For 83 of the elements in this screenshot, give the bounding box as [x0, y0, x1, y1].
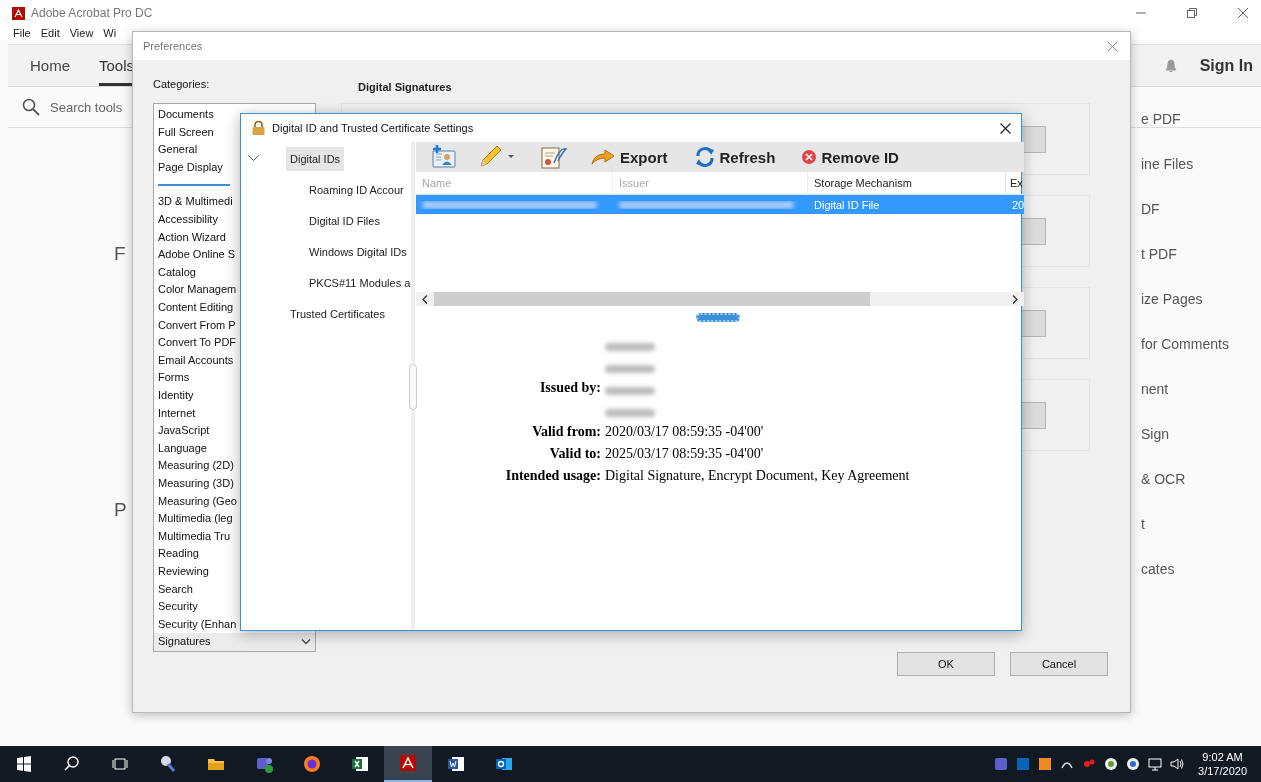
- tree-item[interactable]: PKCS#11 Modules a: [305, 270, 415, 295]
- paint-tool-icon[interactable]: [158, 754, 178, 774]
- column-header[interactable]: Storage Mechanism: [808, 172, 1006, 194]
- remove-icon: [801, 149, 818, 165]
- field-label: Valid to:: [548, 446, 601, 463]
- pdf-app-icon[interactable]: [398, 753, 418, 773]
- field-label: Categories:: [153, 78, 211, 93]
- tool-item[interactable]: cates: [1137, 561, 1261, 606]
- arrow-right-icon: [590, 147, 616, 167]
- tray-app-icon[interactable]: [1126, 756, 1141, 772]
- sign-in-button[interactable]: Sign In: [1199, 56, 1253, 75]
- section-title: Digital Signatures: [357, 80, 453, 96]
- table-cell-text: 20: [1011, 198, 1025, 211]
- add-id-icon[interactable]: [430, 145, 456, 169]
- toolbar-button[interactable]: Refresh: [693, 146, 776, 168]
- spreadsheet-icon[interactable]: [350, 754, 370, 774]
- scroll-left-icon[interactable]: [422, 294, 428, 304]
- certificate-icon[interactable]: [540, 145, 568, 169]
- tree-item[interactable]: Roaming ID Accour: [305, 177, 408, 202]
- heading-text: F: [114, 243, 126, 265]
- clock-date: 3/17/2020: [1198, 764, 1247, 778]
- tool-item[interactable]: ine Files: [1137, 156, 1261, 201]
- blurred-text: [605, 343, 655, 351]
- tool-item[interactable]: Sign: [1137, 426, 1261, 471]
- tree-item[interactable]: Trusted Certificates: [286, 301, 389, 326]
- tree-item[interactable]: Digital IDs: [286, 146, 345, 171]
- field-value: 2020/03/17 08:59:35 -04'00': [604, 424, 765, 441]
- scrollbar[interactable]: [416, 292, 1025, 306]
- table-cell-text: Digital ID File: [813, 198, 881, 211]
- field-label: Intended usage:: [504, 468, 601, 485]
- tray-app-icon[interactable]: [1038, 756, 1053, 772]
- lock-icon: [251, 120, 266, 136]
- splitter-handle[interactable]: [409, 364, 417, 410]
- tree-item[interactable]: Digital ID Files: [305, 208, 384, 233]
- toolbar-button[interactable]: Remove ID: [801, 148, 899, 166]
- tool-item[interactable]: ize Pages: [1137, 291, 1261, 336]
- window-title: Adobe Acrobat Pro DC: [31, 6, 153, 20]
- tray-mail-icon[interactable]: [1016, 756, 1031, 772]
- refresh-icon: [693, 146, 716, 168]
- menu-item[interactable]: File: [13, 27, 31, 39]
- dialog-button[interactable]: Cancel: [1010, 652, 1108, 677]
- tool-item[interactable]: e PDF: [1137, 111, 1261, 156]
- blurred-text: [605, 409, 655, 417]
- tool-item[interactable]: DF: [1137, 201, 1261, 246]
- tab[interactable]: Home: [30, 45, 70, 86]
- tree-item[interactable]: Windows Digital IDs: [305, 239, 411, 264]
- menu-item[interactable]: Edit: [40, 27, 60, 39]
- tray-app-icon[interactable]: [1104, 756, 1119, 772]
- scroll-down-icon[interactable]: [301, 638, 311, 647]
- search-icon: [22, 98, 40, 116]
- tool-item[interactable]: nent: [1137, 381, 1261, 426]
- blurred-text: [605, 387, 655, 395]
- app-logo-icon: [12, 6, 25, 20]
- tool-item[interactable]: t PDF: [1137, 246, 1261, 291]
- toolbar-button[interactable]: Export: [590, 147, 668, 167]
- start-icon[interactable]: [14, 754, 34, 774]
- clock[interactable]: 9:02 AM 3/17/2020: [1198, 750, 1247, 778]
- speaker-icon[interactable]: [1170, 756, 1185, 772]
- document-app-icon[interactable]: [446, 754, 466, 774]
- fox-icon[interactable]: [302, 754, 322, 774]
- heading-text: P: [114, 499, 127, 521]
- tool-item[interactable]: t: [1137, 516, 1261, 561]
- field-label: Valid from:: [531, 424, 601, 441]
- tool-item[interactable]: for Comments: [1137, 336, 1261, 381]
- network-icon[interactable]: [1148, 756, 1163, 772]
- search-field[interactable]: Search tools: [22, 98, 132, 116]
- close-icon[interactable]: [1000, 122, 1011, 134]
- menu-item[interactable]: Wi: [103, 27, 117, 39]
- splitter-handle[interactable]: [696, 312, 741, 322]
- restore-icon[interactable]: [1186, 7, 1198, 19]
- dialog-title: Preferences: [143, 40, 203, 53]
- chevron-down-icon[interactable]: [248, 155, 259, 162]
- menu-item[interactable]: View: [69, 27, 94, 39]
- dialog-button[interactable]: OK: [897, 652, 995, 677]
- field-value: Digital Signature, Encrypt Document, Key Agreement: [604, 468, 911, 485]
- tool-item[interactable]: & OCR: [1137, 471, 1261, 516]
- field-label: Issued by:: [538, 380, 601, 397]
- list-item[interactable]: Signatures: [154, 633, 315, 651]
- scroll-right-icon[interactable]: [1012, 294, 1019, 304]
- blurred-text: [605, 365, 655, 373]
- clock-time: 9:02 AM: [1202, 750, 1243, 764]
- dialog-title: Digital ID and Trusted Certificate Settings: [272, 122, 474, 134]
- field-value: 2025/03/17 08:59:35 -04'00': [604, 446, 765, 463]
